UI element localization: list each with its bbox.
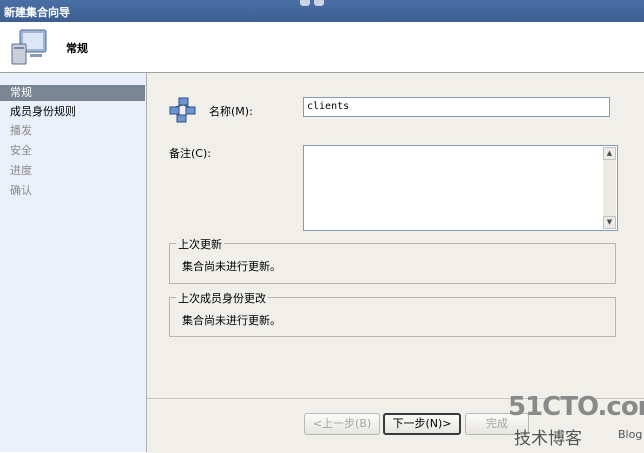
window-control[interactable]: [300, 0, 310, 6]
watermark: 51CTO.com 技术博客 Blog: [508, 392, 644, 450]
sidebar-item-progress: 进度: [10, 164, 32, 177]
sidebar-item-confirm: 确认: [10, 184, 32, 197]
watermark-blog: Blog: [618, 428, 643, 441]
window-title: 新建集合向导: [4, 6, 70, 19]
wizard-content: 名称(M): clients 备注(C): ▲ ▼ 上次更新 集合尚未进行更新。…: [147, 73, 644, 398]
sidebar-item-security: 安全: [10, 144, 32, 157]
wizard-window: 新建集合向导 常规 常规 成员身份规则 播发 安全 进度 确认 名称(M): c…: [0, 0, 644, 453]
computer-monitor-icon: [11, 29, 47, 65]
wizard-header: 常规: [0, 22, 644, 73]
wizard-steps-sidebar: 常规 成员身份规则 播发 安全 进度 确认: [0, 73, 147, 452]
name-field[interactable]: clients: [303, 97, 610, 117]
next-button[interactable]: 下一步(N)>: [383, 413, 461, 435]
watermark-subtitle: 技术博客: [514, 429, 582, 449]
page-title: 常规: [66, 42, 88, 55]
name-field-value: clients: [307, 101, 350, 112]
watermark-logo: 51CTO.com: [508, 392, 644, 422]
last-membership-change-text: 集合尚未进行更新。: [182, 314, 281, 327]
window-control[interactable]: [314, 0, 324, 6]
last-membership-change-legend: 上次成员身份更改: [176, 290, 268, 306]
scroll-down-icon[interactable]: ▼: [603, 216, 616, 229]
scroll-up-icon[interactable]: ▲: [603, 147, 616, 160]
last-membership-change-group: 上次成员身份更改 集合尚未进行更新。: [169, 290, 616, 337]
comment-label: 备注(C):: [169, 147, 211, 160]
last-update-legend: 上次更新: [176, 236, 224, 252]
sidebar-item-general[interactable]: 常规: [0, 85, 145, 101]
last-update-group: 上次更新 集合尚未进行更新。: [169, 236, 616, 284]
title-bar: 新建集合向导: [0, 0, 644, 22]
sidebar-item-membership-rules[interactable]: 成员身份规则: [0, 104, 145, 120]
collection-icon: [169, 97, 196, 123]
comment-textarea[interactable]: ▲ ▼: [303, 145, 618, 231]
back-button[interactable]: <上一步(B): [304, 413, 380, 435]
last-update-text: 集合尚未进行更新。: [182, 260, 281, 273]
sidebar-item-advertise: 播发: [10, 124, 32, 137]
name-label: 名称(M):: [209, 105, 253, 118]
comment-scrollbar[interactable]: ▲ ▼: [603, 147, 616, 229]
